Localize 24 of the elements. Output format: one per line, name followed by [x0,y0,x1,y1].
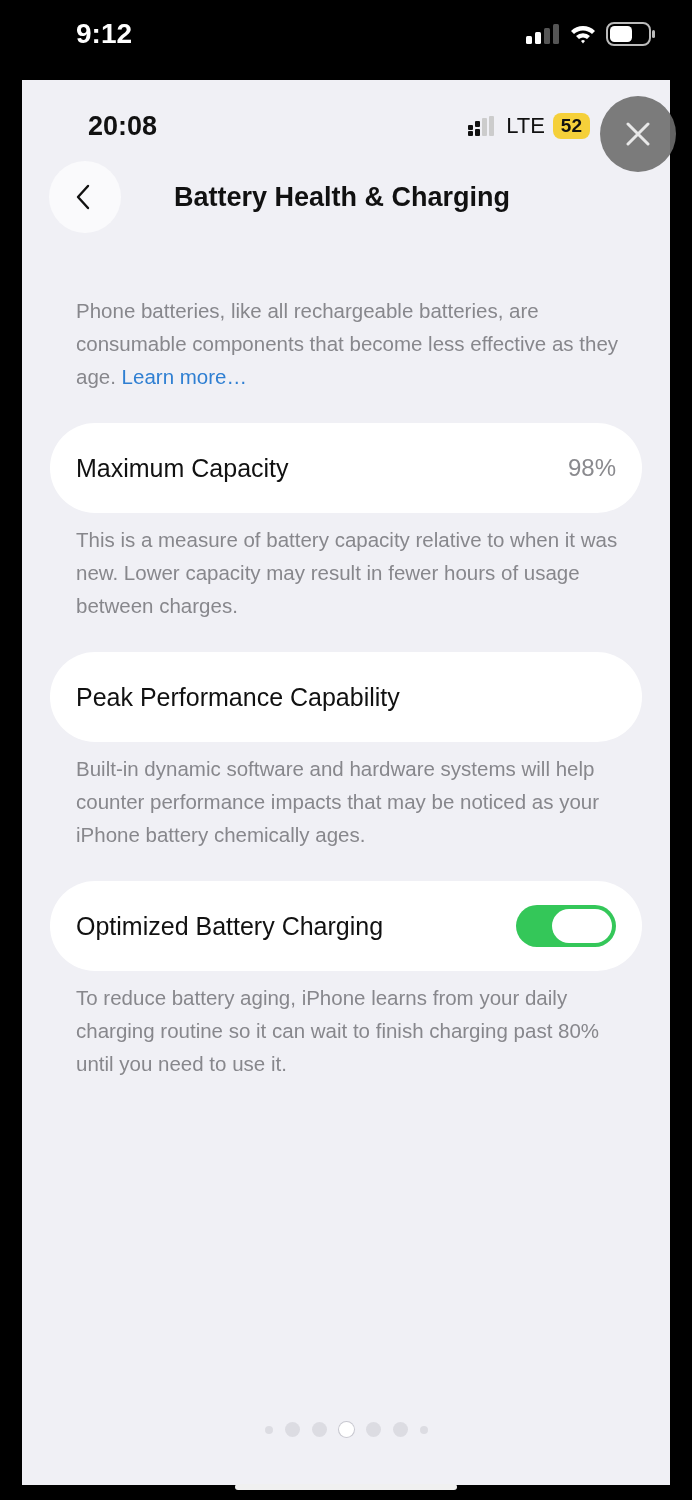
row-footer-text: This is a measure of battery capacity relative to when it was new. Lower capacity may result in fewer hours of usage between charges. [75,527,619,619]
status-time: 9:12 [76,18,133,50]
wifi-icon [570,24,596,44]
intro-text: Phone batteries, like all rechargeable batteries, are consumable components that become less effective as they age. Learn more… [75,298,620,390]
row-footer-text: Built-in dynamic software and hardware systems will help counter performance impacts that may be noticed as your iPhone battery chemically ages. [75,756,600,848]
learn-more-link[interactable]: Learn more… [121,365,247,388]
row-value: 98% [567,454,616,482]
row-label: Maximum Capacity [76,453,289,483]
settings-row[interactable]: Peak Performance Capability [50,652,642,742]
toggle-switch[interactable] [516,905,616,947]
battery-icon [606,22,656,46]
screen-title: Battery Health & Charging [174,181,511,213]
row-label: Peak Performance Capability [76,682,400,712]
close-icon [626,122,650,146]
page-dot[interactable] [338,1422,354,1437]
network-label: LTE [506,113,545,139]
row-label: Optimized Battery Charging [76,911,384,941]
status-time: 20:08 [88,110,158,142]
signal-icon [526,24,560,44]
settings-row[interactable]: Optimized Battery Charging [50,881,642,971]
battery-level: 52 [552,113,590,139]
chevron-left-icon [76,184,90,210]
row-footer-text: To reduce battery aging, iPhone learns from your daily charging routine so it can wait to finish charging past 80% until you need to use it. [75,985,601,1077]
settings-row[interactable]: Maximum Capacity 98% [50,423,642,513]
